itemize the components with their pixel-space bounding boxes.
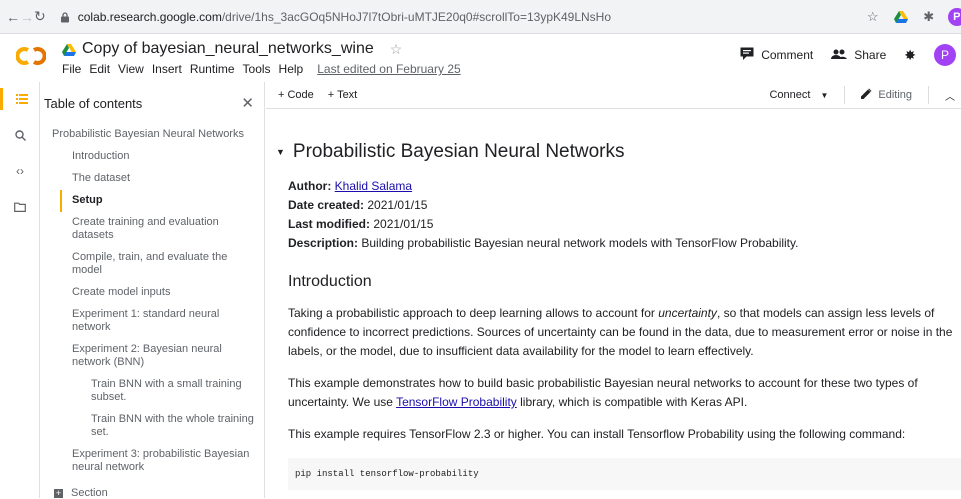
toc-item[interactable]: Create training and evaluation datasets (40, 212, 264, 247)
menu-bar: File Edit View Insert Runtime Tools Help… (62, 62, 461, 76)
menu-file[interactable]: File (62, 62, 81, 76)
last-edited-link[interactable]: Last edited on February 25 (317, 62, 460, 76)
back-icon[interactable]: ← (6, 9, 20, 25)
intro-paragraph-3: This example requires TensorFlow 2.3 or … (288, 427, 906, 441)
created-label: Date created: (288, 198, 365, 212)
browser-toolbar: ← → ↻ colab.research.google.com/drive/1h… (0, 0, 961, 34)
collapse-header-icon[interactable]: ︿ (945, 88, 955, 103)
modified-value: 2021/01/15 (373, 217, 434, 231)
notebook-title[interactable]: Copy of bayesian_neural_networks_wine (82, 40, 374, 58)
editing-button[interactable]: Editing (861, 88, 912, 102)
author-line: Author: Khalid Salama (288, 177, 961, 196)
close-icon[interactable]: ✕ (241, 94, 254, 112)
code-block: pip install tensorflow-probability (288, 458, 961, 490)
editing-label: Editing (878, 89, 912, 101)
menu-runtime[interactable]: Runtime (190, 62, 235, 76)
side-rail: ‹› (0, 82, 40, 498)
comment-label: Comment (761, 48, 814, 62)
toc-toggle-icon[interactable] (0, 88, 40, 110)
toc-title: Table of contents (44, 95, 143, 111)
browser-profile-avatar[interactable]: P (947, 7, 961, 26)
toc-item[interactable]: Create model inputs (40, 282, 264, 304)
description-label: Description: (288, 236, 359, 250)
modified-label: Last modified: (288, 217, 371, 231)
menu-view[interactable]: View (118, 62, 144, 76)
share-button[interactable]: Share (831, 48, 886, 62)
collapse-caret-icon[interactable]: ▼ (276, 147, 285, 157)
comment-icon (740, 47, 754, 63)
folder-icon[interactable] (0, 196, 40, 218)
forward-icon[interactable]: → (20, 9, 34, 25)
intro-paragraph-1: Taking a probabilistic approach to deep … (288, 304, 961, 361)
created-line: Date created: 2021/01/15 (288, 196, 961, 215)
connect-label: Connect (769, 89, 811, 101)
drive-extension-icon[interactable] (892, 8, 910, 26)
intro-p1-italic: uncertainty (658, 306, 717, 320)
connect-button[interactable]: Connect ▼ (769, 89, 828, 101)
drive-icon (62, 43, 76, 56)
star-icon[interactable]: ☆ (390, 41, 403, 58)
toc-item[interactable]: Experiment 2: Bayesian neural network (B… (40, 339, 264, 374)
notebook-toolbar: + Code + Text Connect ▼ Editing ︿ (266, 82, 961, 109)
toc-section-label: Section (71, 487, 108, 499)
gear-icon: ✸ (904, 46, 916, 63)
toc-item[interactable]: Compile, train, and evaluate the model (40, 247, 264, 282)
add-text-button[interactable]: + Text (328, 89, 357, 101)
lock-icon (60, 11, 70, 22)
colab-logo[interactable] (15, 46, 47, 66)
menu-insert[interactable]: Insert (152, 62, 182, 76)
description-line: Description: Building probabilistic Baye… (288, 234, 961, 253)
intro-p2-rest: library, which is compatible with Keras … (516, 395, 748, 409)
intro-paragraph-2: This example demonstrates how to build b… (288, 374, 961, 412)
intro-heading: Introduction (288, 273, 372, 290)
add-code-button[interactable]: + Code (278, 89, 314, 101)
reload-icon[interactable]: ↻ (34, 8, 46, 25)
pencil-icon (861, 88, 872, 102)
toc-item[interactable]: Experiment 3: probabilistic Bayesian neu… (40, 444, 264, 479)
search-icon[interactable] (0, 124, 40, 146)
settings-button[interactable]: ✸ (904, 47, 916, 64)
tfp-link[interactable]: TensorFlow Probability (396, 395, 517, 409)
extensions-puzzle-icon[interactable]: ✱ (920, 8, 938, 26)
address-bar[interactable]: colab.research.google.com/drive/1hs_3acG… (55, 3, 856, 30)
menu-tools[interactable]: Tools (243, 62, 271, 76)
url-path: /drive/1hs_3acGOq5NHoJ7l7tObri-uMTJE20q0… (221, 9, 612, 24)
text-cell[interactable]: ▼ Probabilistic Bayesian Neural Networks… (266, 109, 961, 490)
author-label: Author: (288, 179, 332, 193)
toc-item[interactable]: Probabilistic Bayesian Neural Networks (40, 124, 264, 146)
comment-button[interactable]: Comment (740, 47, 813, 63)
toc-item[interactable]: Experiment 1: standard neural network (40, 304, 264, 339)
colab-header: Copy of bayesian_neural_networks_wine ☆ … (0, 34, 961, 82)
toc-section[interactable]: + Section (40, 487, 264, 499)
description-value: Building probabilistic Bayesian neural n… (361, 236, 799, 250)
intro-p1-text: Taking a probabilistic approach to deep … (288, 306, 659, 320)
toc-item[interactable]: The dataset (40, 168, 264, 190)
share-label: Share (854, 48, 887, 62)
menu-help[interactable]: Help (279, 62, 304, 76)
toolbar-divider (844, 86, 846, 104)
toc-item[interactable]: Train BNN with a small training subset. (40, 374, 264, 409)
toc-item-active[interactable]: Setup (60, 190, 264, 212)
menu-edit[interactable]: Edit (89, 62, 110, 76)
toc-item[interactable]: Train BNN with the whole training set. (40, 409, 264, 444)
toc-item[interactable]: Introduction (40, 146, 264, 168)
plus-box-icon: + (54, 487, 63, 498)
chevron-down-icon: ▼ (820, 90, 829, 100)
url-host: colab.research.google.com (77, 9, 222, 24)
author-link[interactable]: Khalid Salama (335, 179, 412, 193)
modified-line: Last modified: 2021/01/15 (288, 215, 961, 234)
code-snippets-icon[interactable]: ‹› (0, 160, 40, 182)
people-icon (831, 48, 848, 62)
toolbar-divider (928, 86, 929, 104)
bookmark-star-icon[interactable]: ☆ (864, 8, 882, 26)
notebook-area: + Code + Text Connect ▼ Editing ︿ ▼ Prob… (266, 82, 961, 498)
table-of-contents-panel: Table of contents ✕ Probabilistic Bayesi… (40, 82, 265, 499)
doc-title: Probabilistic Bayesian Neural Networks (292, 141, 625, 162)
user-avatar[interactable]: P (934, 44, 956, 66)
created-value: 2021/01/15 (367, 198, 428, 212)
